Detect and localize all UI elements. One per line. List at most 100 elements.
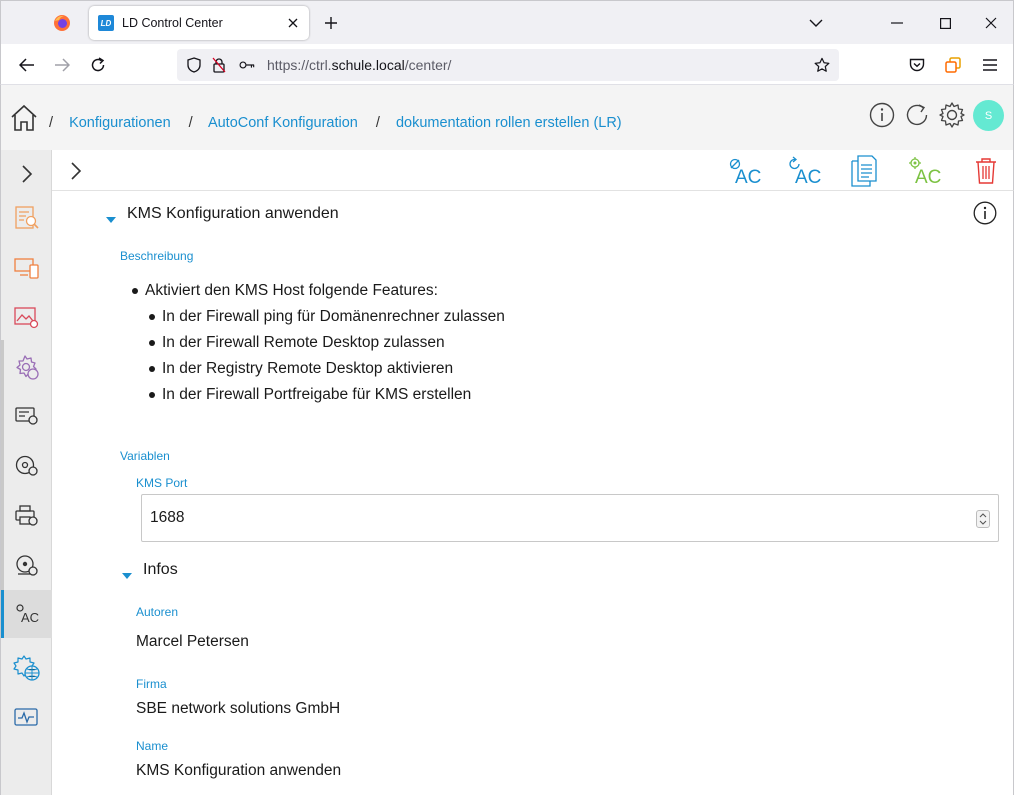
avatar[interactable]: S (973, 100, 1004, 131)
lock-icon[interactable] (211, 57, 227, 73)
bullet (149, 314, 155, 320)
pocket-icon[interactable] (903, 51, 931, 79)
app-header: / Konfigurationen / AutoConf Konfigurati… (0, 85, 1014, 150)
shield-icon[interactable] (186, 57, 202, 73)
browser-tab-strip: LD LD Control Center (0, 0, 1014, 44)
key-permission-icon[interactable] (239, 57, 255, 73)
sidebar-item-reports[interactable] (1, 194, 52, 242)
name-value: KMS Konfiguration anwenden (136, 762, 342, 779)
svg-text:AC: AC (795, 167, 821, 186)
browser-navbar: https://ctrl.schule.local/center/ (0, 44, 1014, 85)
url-text[interactable]: https://ctrl.schule.local/center/ (267, 57, 451, 73)
sidebar-item-monitor[interactable] (1, 694, 52, 742)
breadcrumb: / Konfigurationen / AutoConf Konfigurati… (49, 115, 636, 131)
section-title[interactable]: KMS Konfiguration anwenden (127, 205, 339, 223)
configuration-gear-icon (15, 355, 39, 380)
delete-icon[interactable] (969, 154, 1003, 188)
active-tab[interactable]: LD LD Control Center (89, 6, 309, 40)
number-spinner[interactable] (976, 510, 990, 528)
document-copy-icon[interactable] (847, 154, 881, 188)
bullet (149, 392, 155, 398)
infos-title[interactable]: Infos (143, 561, 178, 579)
firefox-icon (54, 15, 70, 31)
variables-label: Variablen (120, 449, 170, 463)
sidebar-item-printers[interactable] (1, 492, 52, 540)
list-tabs-chevron-icon[interactable] (804, 11, 828, 35)
ac-settings-icon[interactable]: AC (907, 154, 941, 188)
kms-port-label: KMS Port (136, 476, 188, 490)
kms-port-input[interactable] (150, 509, 950, 527)
main-content: KMS Konfiguration anwenden Beschreibung … (52, 191, 1014, 795)
tab-title: LD Control Center (122, 16, 223, 30)
maximize-icon[interactable] (931, 9, 959, 37)
back-arrow-icon[interactable] (13, 51, 41, 79)
description-subitem: In der Firewall ping für Domänenrechner … (162, 308, 505, 325)
drive-settings-icon (15, 555, 38, 576)
sidebar: AC (0, 150, 52, 795)
chevron-right-icon[interactable] (59, 154, 93, 188)
sidebar-item-drives[interactable] (1, 542, 52, 590)
network-settings-icon (12, 655, 40, 681)
hamburger-menu-icon[interactable] (976, 51, 1004, 79)
description-subitem: In der Registry Remote Desktop aktiviere… (162, 360, 454, 377)
reload-icon[interactable] (84, 51, 112, 79)
svg-text:AC: AC (735, 167, 761, 186)
firefox-tab[interactable] (45, 7, 79, 39)
breadcrumb-konfigurationen[interactable]: Konfigurationen (69, 115, 171, 131)
breadcrumb-separator: / (375, 115, 380, 131)
authors-label: Autoren (136, 605, 179, 619)
infos-collapse-caret[interactable] (122, 566, 132, 584)
sidebar-item-hardware[interactable] (1, 392, 52, 440)
kms-port-field[interactable] (141, 494, 999, 542)
description-item: Aktiviert den KMS Host folgende Features… (145, 282, 438, 299)
svg-text:AC: AC (21, 610, 39, 625)
info-icon[interactable] (868, 101, 896, 129)
forward-arrow-icon[interactable] (48, 51, 76, 79)
minimize-icon[interactable] (883, 9, 911, 37)
devices-icon (13, 258, 39, 279)
autoconf-icon: AC (16, 604, 39, 625)
monitor-icon (13, 708, 38, 726)
disk-settings-icon (15, 455, 38, 476)
sidebar-item-configuration[interactable] (1, 344, 52, 392)
description-label: Beschreibung (120, 249, 194, 263)
sidebar-item-devices[interactable] (1, 244, 52, 292)
description-subitem: In der Firewall Portfreigabe für KMS ers… (162, 386, 472, 403)
authors-value: Marcel Petersen (136, 633, 249, 650)
company-label: Firma (136, 677, 167, 691)
ac-reload-icon[interactable]: AC (787, 154, 821, 188)
sidebar-item-disks[interactable] (1, 442, 52, 490)
breadcrumb-current-config[interactable]: dokumentation rollen erstellen (LR) (396, 115, 622, 131)
breadcrumb-separator: / (49, 115, 54, 131)
bullet (132, 288, 138, 294)
report-icon (14, 206, 39, 229)
sidebar-item-autoconf[interactable]: AC (1, 590, 52, 638)
close-window-icon[interactable] (977, 9, 1005, 37)
extensions-icon[interactable] (939, 51, 967, 79)
sidebar-item-images[interactable] (1, 294, 52, 342)
breadcrumb-separator: / (188, 115, 193, 131)
hardware-settings-icon (14, 407, 38, 425)
refresh-icon[interactable] (903, 101, 931, 129)
info-icon[interactable] (973, 201, 997, 225)
description-subitem: In der Firewall Remote Desktop zulassen (162, 334, 445, 351)
bullet (149, 340, 155, 346)
sidebar-item-network[interactable] (1, 644, 52, 692)
new-tab-icon[interactable] (319, 11, 343, 35)
bookmark-star-icon[interactable] (814, 57, 830, 73)
sidebar-expand[interactable] (1, 150, 52, 198)
image-settings-icon (13, 307, 38, 329)
home-icon[interactable] (9, 103, 39, 133)
section-collapse-caret[interactable] (106, 210, 116, 228)
printer-settings-icon (14, 505, 38, 526)
settings-gear-icon[interactable] (938, 101, 966, 129)
breadcrumb-autoconf-konfiguration[interactable]: AutoConf Konfiguration (208, 115, 358, 131)
ac-disable-icon[interactable]: AC (727, 154, 761, 188)
close-tab-icon[interactable] (283, 13, 303, 33)
address-bar[interactable]: https://ctrl.schule.local/center/ (177, 49, 839, 81)
company-value: SBE network solutions GmbH (136, 700, 341, 717)
chevron-right-icon (21, 165, 32, 183)
svg-text:AC: AC (915, 167, 941, 186)
tab-favicon: LD (98, 15, 114, 31)
detail-toolbar: AC AC AC (52, 150, 1014, 191)
